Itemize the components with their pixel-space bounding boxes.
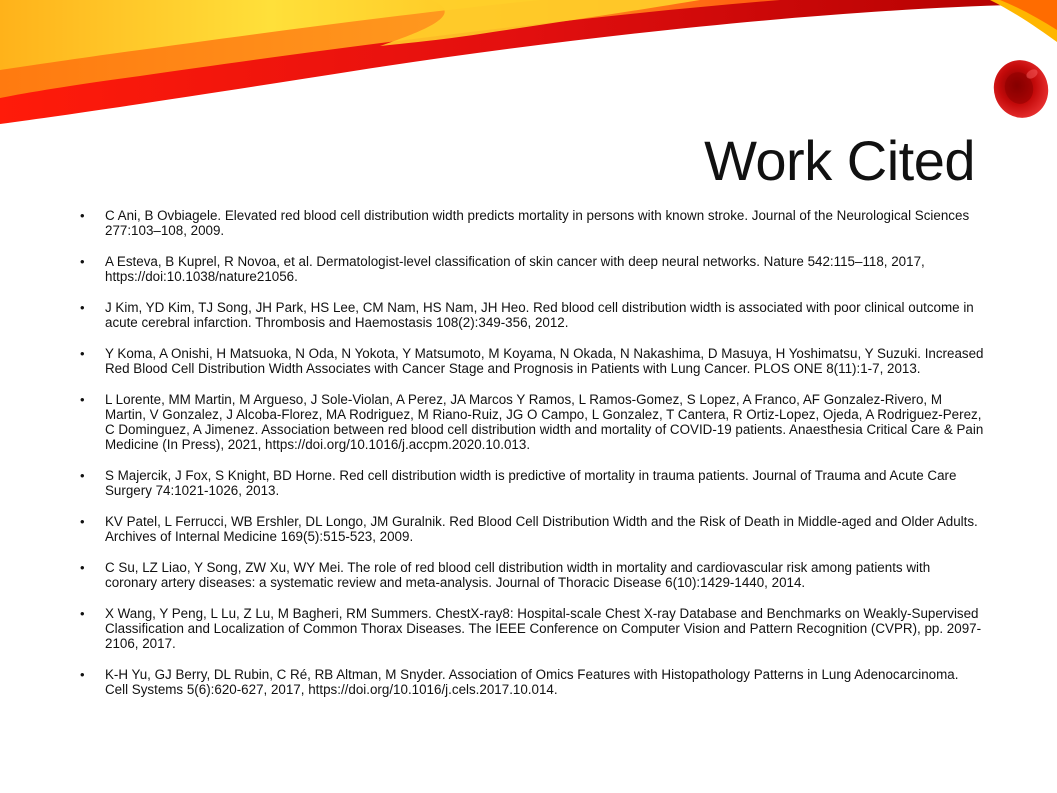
reference-item: • KV Patel, L Ferrucci, WB Ershler, DL Lo…	[80, 514, 985, 544]
reference-text: C Ani, B Ovbiagele. Elevated red blood c…	[105, 208, 970, 238]
slide-title: Work Cited	[704, 129, 975, 192]
reference-text: J Kim, YD Kim, TJ Song, JH Park, HS Lee,…	[105, 300, 974, 330]
bullet: •	[80, 468, 85, 483]
reference-text: L Lorente, MM Martin, M Argueso, J Sole-…	[105, 392, 984, 452]
bullet: •	[80, 346, 85, 361]
bullet: •	[80, 208, 85, 223]
bullet: •	[80, 300, 85, 315]
reference-item: • J Kim, YD Kim, TJ Song, JH Park, HS Lee…	[80, 300, 985, 330]
reference-item: • Y Koma, A Onishi, H Matsuoka, N Oda, N …	[80, 346, 985, 376]
bullet: •	[80, 254, 85, 269]
bullet: •	[80, 667, 85, 682]
reference-item: • L Lorente, MM Martin, M Argueso, J Sole…	[80, 392, 985, 452]
bullet: •	[80, 392, 85, 407]
bullet: •	[80, 560, 85, 575]
red-blood-cell-icon	[993, 60, 1049, 118]
reference-text: KV Patel, L Ferrucci, WB Ershler, DL Lon…	[105, 514, 978, 544]
reference-text: K-H Yu, GJ Berry, DL Rubin, C Ré, RB Alt…	[105, 667, 959, 697]
reference-text: C Su, LZ Liao, Y Song, ZW Xu, WY Mei. Th…	[105, 560, 931, 590]
reference-item: • A Esteva, B Kuprel, R Novoa, et al. Der…	[80, 254, 985, 284]
reference-item: • C Su, LZ Liao, Y Song, ZW Xu, WY Mei. T…	[80, 560, 985, 590]
reference-item: • K-H Yu, GJ Berry, DL Rubin, C Ré, RB Al…	[80, 667, 985, 697]
reference-list: • C Ani, B Ovbiagele. Elevated red blood …	[80, 208, 985, 713]
reference-text: A Esteva, B Kuprel, R Novoa, et al. Derm…	[105, 254, 925, 284]
bullet: •	[80, 514, 85, 529]
header-swoosh-decoration	[0, 0, 1057, 124]
reference-item: • C Ani, B Ovbiagele. Elevated red blood …	[80, 208, 985, 238]
reference-text: Y Koma, A Onishi, H Matsuoka, N Oda, N Y…	[105, 346, 984, 376]
bullet: •	[80, 606, 85, 621]
reference-text: S Majercik, J Fox, S Knight, BD Horne. R…	[105, 468, 957, 498]
reference-item: • X Wang, Y Peng, L Lu, Z Lu, M Bagheri, …	[80, 606, 985, 651]
reference-item: • S Majercik, J Fox, S Knight, BD Horne. …	[80, 468, 985, 498]
reference-text: X Wang, Y Peng, L Lu, Z Lu, M Bagheri, R…	[105, 606, 982, 651]
